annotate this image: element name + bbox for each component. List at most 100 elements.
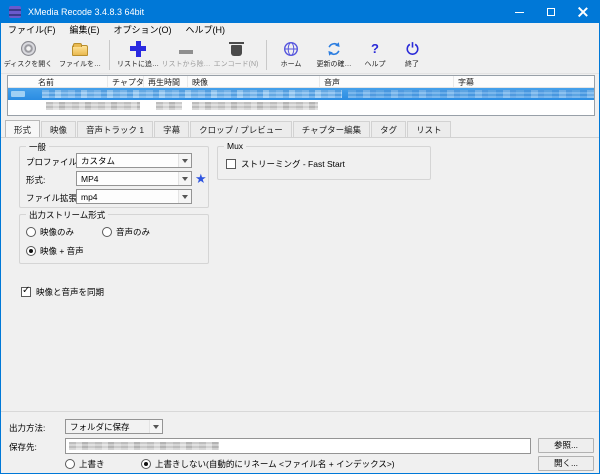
chevron-down-icon — [178, 190, 191, 203]
toolbar-check-updates-button[interactable]: 更新の確… — [311, 37, 357, 73]
video-audio-label: 映像 + 音声 — [40, 245, 84, 257]
sync-av-checkbox[interactable]: 映像と音声を同期 — [21, 286, 104, 298]
column-header-video[interactable]: 映像 — [188, 76, 320, 87]
mux-group-title: Mux — [224, 141, 246, 151]
radio-video-only[interactable]: 映像のみ — [26, 226, 74, 238]
radio-icon — [65, 459, 75, 469]
destination-label: 保存先: — [9, 441, 37, 453]
mux-group: Mux ストリーミング - Fast Start — [217, 146, 431, 180]
column-header-name[interactable]: 名前 — [8, 76, 108, 87]
column-header-audio[interactable]: 音声 — [320, 76, 454, 87]
column-header-subtitle[interactable]: 字幕 — [454, 76, 594, 87]
format-select[interactable]: MP4 — [76, 171, 192, 186]
audio-only-label: 音声のみ — [116, 226, 150, 238]
video-only-label: 映像のみ — [40, 226, 74, 238]
checkbox-icon — [226, 159, 236, 169]
minimize-button[interactable] — [503, 1, 535, 23]
output-method-label: 出力方法: — [9, 422, 45, 434]
refresh-icon — [325, 40, 343, 57]
output-method-select[interactable]: フォルダに保存 — [65, 419, 163, 434]
browse-button[interactable]: 参照... — [538, 438, 594, 453]
disc-icon — [19, 40, 37, 57]
menu-edit[interactable]: 編集(E) — [63, 23, 107, 37]
menu-bar: ファイル(F) 編集(E) オプション(O) ヘルプ(H) — [1, 23, 599, 37]
minus-icon — [177, 40, 195, 57]
output-method-value: フォルダに保存 — [70, 422, 130, 432]
radio-icon — [102, 227, 112, 237]
overwrite-label: 上書き — [79, 458, 105, 470]
chevron-down-icon — [178, 172, 191, 185]
title-bar: XMedia Recode 3.4.8.3 64bit — [1, 1, 599, 23]
radio-audio-only[interactable]: 音声のみ — [102, 226, 150, 238]
column-header-duration[interactable]: 再生時間 — [144, 76, 188, 87]
no-overwrite-label: 上書きしない(自動的にリネーム <ファイル名 + インデックス>) — [155, 458, 395, 470]
tab-subtitle[interactable]: 字幕 — [154, 121, 189, 137]
radio-no-overwrite[interactable]: 上書きしない(自動的にリネーム <ファイル名 + インデックス>) — [141, 458, 395, 470]
file-list: 名前 チャプター 再生時間 映像 音声 字幕 — [7, 75, 595, 116]
maximize-icon — [547, 8, 555, 16]
tab-chapter-edit[interactable]: チャプター編集 — [293, 121, 370, 137]
toolbar-add-to-list-button[interactable]: リストに追… — [114, 37, 162, 73]
radio-overwrite[interactable]: 上書き — [65, 458, 105, 470]
help-icon: ? — [366, 40, 384, 57]
redacted-cell — [156, 102, 182, 110]
redacted-cell — [46, 102, 140, 110]
tab-audio-track-1[interactable]: 音声トラック 1 — [77, 121, 153, 137]
file-list-row[interactable] — [8, 100, 594, 112]
redacted-cell — [42, 90, 342, 98]
file-list-header: 名前 チャプター 再生時間 映像 音声 字幕 — [8, 76, 594, 88]
xmedia-recode-window: XMedia Recode 3.4.8.3 64bit ファイル(F) 編集(E… — [0, 0, 600, 474]
close-icon — [578, 7, 588, 17]
tab-format[interactable]: 形式 — [5, 120, 40, 137]
window-title: XMedia Recode 3.4.8.3 64bit — [28, 7, 503, 17]
extension-value: mp4 — [81, 192, 98, 202]
destination-input[interactable] — [65, 438, 531, 454]
radio-selected-icon — [26, 246, 36, 256]
streaming-label: ストリーミング - Fast Start — [241, 158, 345, 170]
toolbar-encode-button: エンコード(N) — [210, 37, 262, 73]
encode-icon — [227, 40, 245, 57]
output-bar: 出力方法: フォルダに保存 保存先: 参照... 上書き 上書きしない(自動的に… — [1, 411, 600, 474]
profile-label: プロファイル: — [26, 156, 79, 168]
toolbar-home-button[interactable]: ホーム — [271, 37, 311, 73]
open-button[interactable]: 開く... — [538, 456, 594, 471]
redacted-path — [69, 442, 219, 450]
toolbar-open-disc-button[interactable]: ディスクを開く — [1, 37, 55, 73]
format-tab-panel: 一般 プロファイル: カスタム 形式: MP4 ★ ファイル拡張子: mp4 M… — [1, 137, 600, 411]
tab-list[interactable]: リスト — [407, 121, 451, 137]
toolbar-remove-from-list-button: リストから除… — [162, 37, 210, 73]
file-list-row-selected[interactable] — [8, 88, 594, 100]
tab-crop-preview[interactable]: クロップ / プレビュー — [190, 121, 292, 137]
menu-help[interactable]: ヘルプ(H) — [179, 23, 233, 37]
close-button[interactable] — [567, 1, 599, 23]
toolbar-separator — [109, 40, 110, 70]
profile-select[interactable]: カスタム — [76, 153, 192, 168]
minimize-icon — [515, 12, 524, 13]
folder-open-icon — [71, 40, 89, 57]
radio-selected-icon — [141, 459, 151, 469]
chevron-down-icon — [178, 154, 191, 167]
menu-options[interactable]: オプション(O) — [107, 23, 179, 37]
extension-select[interactable]: mp4 — [76, 189, 192, 204]
toolbar: ディスクを開く ファイルを… リストに追… リストから除… エンコード(N) ホ… — [1, 37, 599, 74]
general-group-title: 一般 — [26, 141, 49, 153]
globe-icon — [282, 40, 300, 57]
radio-video-audio[interactable]: 映像 + 音声 — [26, 245, 84, 257]
app-icon — [9, 6, 21, 18]
tab-video[interactable]: 映像 — [41, 121, 76, 137]
toolbar-open-file-button[interactable]: ファイルを… — [55, 37, 105, 73]
toolbar-help-button[interactable]: ? ヘルプ — [357, 37, 393, 73]
format-label: 形式: — [26, 174, 45, 186]
tab-tag[interactable]: タグ — [371, 121, 406, 137]
format-value: MP4 — [81, 174, 98, 184]
menu-file[interactable]: ファイル(F) — [1, 23, 63, 37]
toolbar-exit-button[interactable]: 終了 — [393, 37, 431, 73]
chevron-down-icon — [149, 420, 162, 433]
maximize-button[interactable] — [535, 1, 567, 23]
row-marker — [11, 91, 25, 97]
plus-icon — [129, 40, 147, 57]
favorite-star-icon[interactable]: ★ — [195, 172, 207, 185]
streaming-checkbox[interactable]: ストリーミング - Fast Start — [226, 158, 345, 170]
redacted-cell — [348, 90, 594, 98]
column-header-chapter[interactable]: チャプター — [108, 76, 144, 87]
